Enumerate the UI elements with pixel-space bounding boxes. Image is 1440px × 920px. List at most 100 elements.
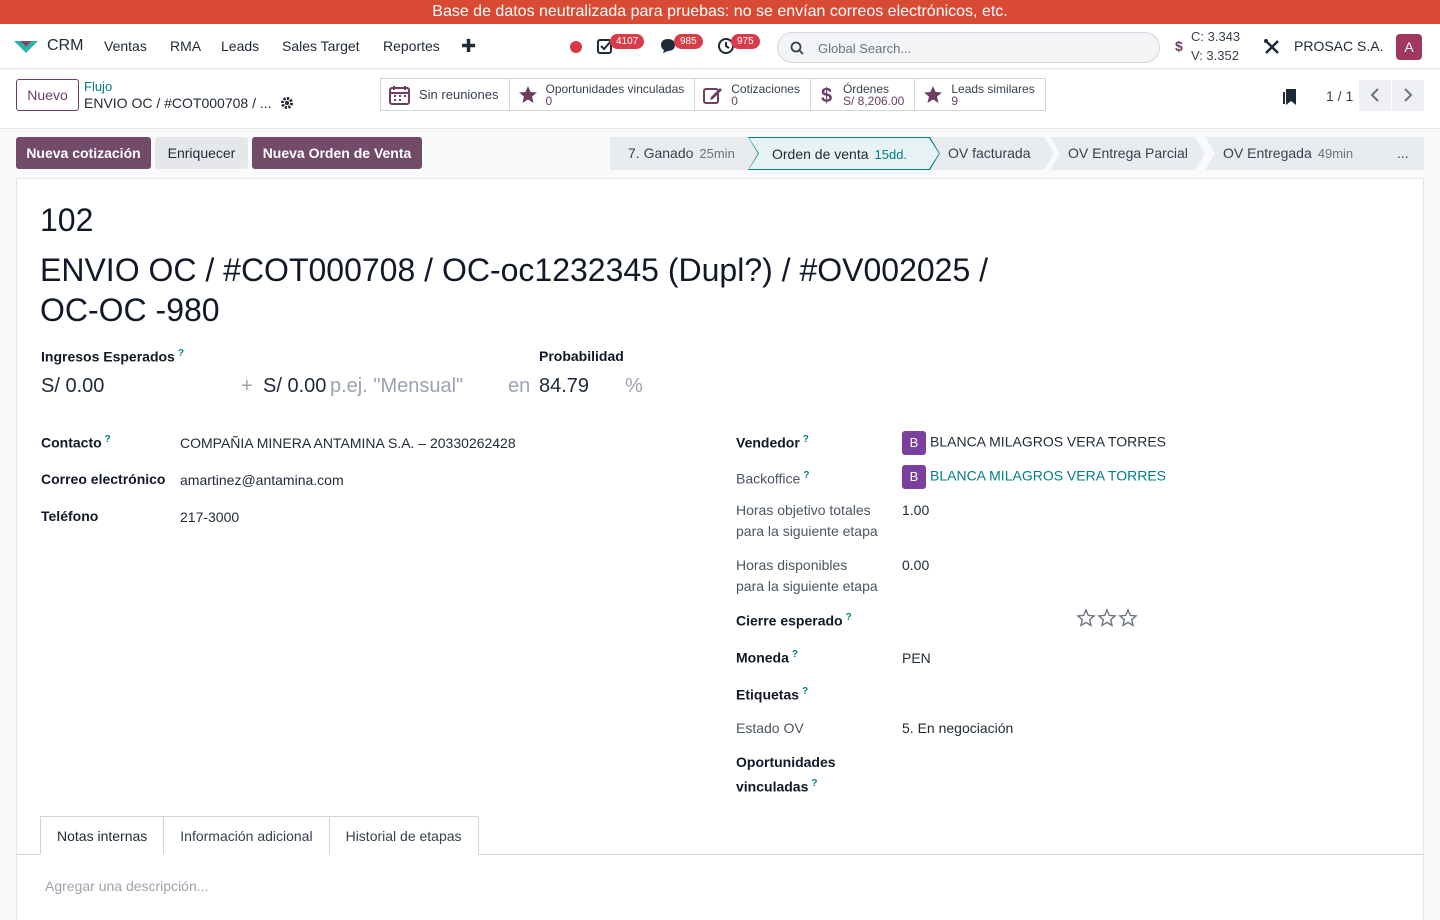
target-hours-label: Horas objetivo totales para la siguiente …: [736, 500, 878, 542]
new-sale-order-button[interactable]: Nueva Orden de Venta: [252, 137, 422, 169]
menu-sales-target[interactable]: Sales Target: [282, 38, 360, 54]
backoffice-name[interactable]: BLANCA MILAGROS VERA TORRES: [930, 468, 1166, 484]
record-number: 102: [40, 202, 94, 238]
available-hours-label: Horas disponibles para la siguiente etapa: [736, 555, 878, 597]
backoffice-label-text: Backoffice: [736, 470, 801, 487]
opportunity-title[interactable]: ENVIO OC / #COT000708 / OC-oc1232345 (Du…: [40, 250, 1050, 330]
tab-stage-history[interactable]: Historial de etapas: [328, 816, 479, 855]
company-switcher[interactable]: PROSAC S.A.: [1294, 38, 1383, 54]
backoffice-avatar: B: [902, 465, 926, 489]
priority-star-1-icon[interactable]: [1076, 608, 1096, 627]
similar-leads-smart-button[interactable]: Leads similares 9: [915, 79, 1044, 110]
expected-revenue-field[interactable]: S/ 0.00: [41, 375, 104, 398]
menu-reportes[interactable]: Reportes: [383, 38, 440, 54]
menu-rma[interactable]: RMA: [170, 38, 201, 54]
pager-next-button[interactable]: [1392, 80, 1424, 111]
plus-sign: +: [241, 375, 253, 397]
help-icon[interactable]: ?: [802, 686, 808, 697]
help-icon[interactable]: ?: [105, 434, 111, 445]
user-avatar[interactable]: A: [1396, 34, 1422, 60]
contact-label: Contacto?: [41, 434, 111, 451]
new-quotation-button[interactable]: Nueva cotización: [16, 137, 151, 169]
linked-opportunities-field-label: Oportunidades vinculadas?: [736, 752, 836, 798]
dollar-icon: $: [821, 85, 832, 106]
description-editor[interactable]: Agregar una descripción...: [45, 878, 208, 894]
contact-field[interactable]: COMPAÑIA MINERA ANTAMINA S.A. – 20330262…: [180, 435, 516, 451]
phone-field[interactable]: 217-3000: [180, 509, 239, 525]
recurring-plan-field[interactable]: p.ej. "Mensual": [330, 375, 463, 398]
tags-label: Etiquetas?: [736, 686, 808, 703]
breadcrumb-parent[interactable]: Flujo: [84, 79, 112, 94]
notebook-tabs: Notas internas Información adicional His…: [40, 816, 479, 855]
currency-field[interactable]: PEN: [902, 650, 931, 666]
clock-count-badge: 975: [731, 34, 760, 49]
new-button[interactable]: Nuevo: [16, 79, 79, 111]
ov-state-label: Estado OV: [736, 720, 804, 736]
target-hours-label-line1: Horas objetivo totales: [736, 502, 871, 518]
seller-label-text: Vendedor: [736, 434, 800, 451]
probability-label: Probabilidad: [539, 348, 624, 364]
priority-star-2-icon[interactable]: [1097, 608, 1117, 627]
linked-opportunities-smart-button[interactable]: Oportunidades vinculadas 0: [510, 79, 696, 110]
email-field[interactable]: amartinez@antamina.com: [180, 472, 344, 488]
percent-sign: %: [625, 375, 643, 397]
pager-value[interactable]: 1 / 1: [1326, 88, 1353, 104]
expected-revenue-label: Ingresos Esperados?: [41, 348, 184, 365]
exchange-rate-buy: C: 3.343: [1191, 29, 1241, 44]
backoffice-field[interactable]: B BLANCA MILAGROS VERA TORRES: [902, 465, 1166, 489]
tab-internal-notes[interactable]: Notas internas: [40, 816, 165, 855]
app-name[interactable]: CRM: [47, 37, 83, 55]
bookmark-icon[interactable]: [1282, 88, 1298, 106]
stage-duration: 49min: [1317, 146, 1354, 161]
help-icon[interactable]: ?: [803, 470, 809, 481]
crm-app-icon[interactable]: [12, 37, 40, 57]
help-icon[interactable]: ?: [178, 348, 184, 359]
menu-ventas[interactable]: Ventas: [104, 38, 147, 54]
currency-label: Moneda?: [736, 649, 798, 666]
dollar-icon[interactable]: $: [1175, 38, 1183, 54]
recurring-revenue-field[interactable]: S/ 0.00: [263, 375, 326, 398]
gear-icon[interactable]: [280, 96, 294, 110]
stage-statusbar: 7. Ganado 25min Orden de venta 15dd. OV fa…: [610, 137, 1424, 170]
seller-field[interactable]: B BLANCA MILAGROS VERA TORRES: [902, 431, 1166, 455]
stage-ganado[interactable]: 7. Ganado 25min: [610, 137, 758, 170]
orders-smart-button[interactable]: $ Órdenes S/ 8,206.00: [811, 79, 916, 110]
stage-ov-facturada[interactable]: OV facturada: [930, 137, 1054, 170]
help-icon[interactable]: ?: [846, 612, 852, 623]
available-hours-label-line2: para la siguiente etapa: [736, 578, 878, 594]
stage-ov-entrega-parcial[interactable]: OV Entrega Parcial: [1050, 137, 1205, 170]
quotations-smart-button[interactable]: Cotizaciones 0: [695, 79, 811, 110]
search-input[interactable]: [818, 38, 1138, 58]
pager-previous-button[interactable]: [1359, 80, 1391, 111]
smart-buttons: Sin reuniones Oportunidades vinculadas 0…: [380, 78, 1046, 111]
quotations-count: 0: [731, 93, 738, 108]
available-hours-field: 0.00: [902, 557, 930, 573]
breadcrumb-current: ENVIO OC / #COT000708 / ...: [84, 95, 272, 111]
help-icon[interactable]: ?: [811, 778, 817, 789]
probability-field[interactable]: 84.79: [539, 375, 589, 398]
messages-count-badge: 985: [674, 34, 703, 49]
menu-leads[interactable]: Leads: [221, 38, 259, 54]
activity-count-badge: 4107: [610, 34, 645, 49]
help-icon[interactable]: ?: [803, 434, 809, 445]
expected-revenue-label-text: Ingresos Esperados: [41, 348, 175, 365]
help-icon[interactable]: ?: [792, 649, 798, 660]
stage-orden-de-venta[interactable]: Orden de venta 15dd.: [748, 137, 940, 170]
tools-icon[interactable]: [1263, 38, 1281, 56]
svg-text:$: $: [821, 85, 832, 106]
backoffice-label: Backoffice?: [736, 465, 809, 490]
plus-icon[interactable]: ✚: [461, 36, 476, 57]
enrich-button[interactable]: Enriquecer: [155, 137, 248, 169]
exchange-rate-sell: V: 3.352: [1191, 48, 1239, 63]
seller-label: Vendedor?: [736, 434, 809, 451]
meetings-smart-button[interactable]: Sin reuniones: [381, 79, 510, 110]
calendar-icon: [389, 85, 410, 105]
priority-stars: [1076, 608, 1142, 631]
tab-additional-info[interactable]: Información adicional: [163, 816, 330, 855]
priority-star-3-icon[interactable]: [1118, 608, 1138, 627]
recording-dot-icon[interactable]: [570, 41, 582, 53]
global-search[interactable]: [777, 32, 1160, 63]
top-navbar: CRM Ventas RMA Leads Sales Target Report…: [0, 24, 1440, 69]
star-icon: [924, 85, 943, 103]
stage-ov-entregada[interactable]: OV Entregada 49min: [1205, 137, 1385, 170]
